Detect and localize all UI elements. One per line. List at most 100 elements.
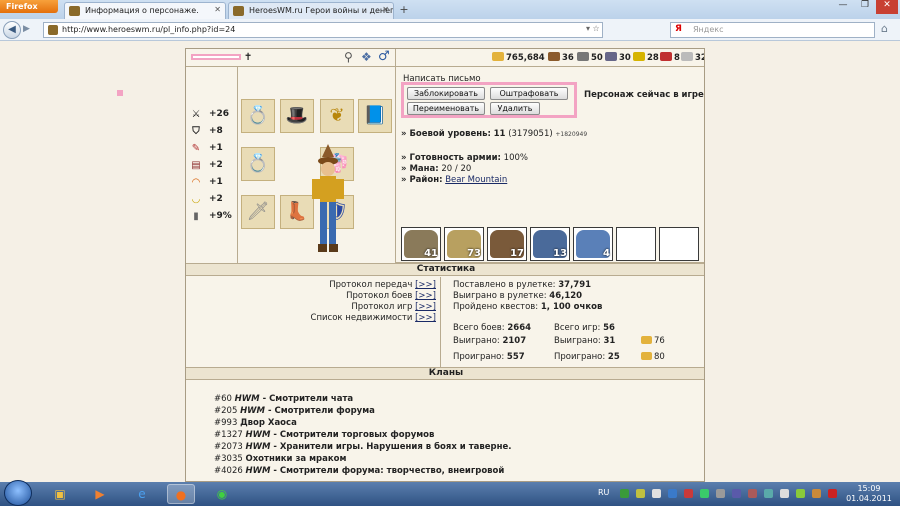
- tray-icon[interactable]: [668, 489, 677, 498]
- property-list: Список недвижимости [>>]: [310, 313, 436, 323]
- clan-item[interactable]: #205 HWM - Смотрители форума: [214, 406, 375, 416]
- heroeswm-favicon: [69, 6, 80, 16]
- statistics-section: Протокол передач [>>] Протокол боев [>>]…: [186, 277, 704, 367]
- tab-label: Информация о персонаже.: [85, 6, 199, 15]
- resources-bar: 765,684 36 50 30 28 8 32: [396, 49, 704, 67]
- admin-buttons-box: Заблокировать Оштрафовать Переименовать …: [401, 82, 577, 118]
- clan-item[interactable]: #1327 HWM - Смотрители торговых форумов: [214, 430, 434, 440]
- protocol-link[interactable]: [>>]: [415, 280, 436, 290]
- fine-button[interactable]: Оштрафовать: [490, 87, 568, 100]
- army-readiness: » Готовность армии: 100%: [401, 153, 528, 163]
- resource-gold: 765,684: [492, 52, 545, 63]
- firefox-menu-button[interactable]: Firefox: [0, 0, 58, 13]
- tray-icon[interactable]: [716, 489, 725, 498]
- url-text: http://www.heroeswm.ru/pl_info.php?id=24: [62, 25, 236, 34]
- card-icon[interactable]: ❖: [361, 50, 372, 64]
- language-indicator[interactable]: RU: [598, 488, 609, 497]
- delete-button[interactable]: Удалить: [490, 102, 540, 115]
- character-name-redacted: [191, 54, 241, 60]
- amulet-slot[interactable]: ❦: [320, 99, 354, 133]
- explorer-icon[interactable]: ▣: [46, 484, 74, 504]
- volume-icon[interactable]: [780, 489, 789, 498]
- tray-icon[interactable]: [620, 489, 629, 498]
- minimize-icon[interactable]: —: [832, 0, 854, 14]
- ie-icon[interactable]: e: [128, 484, 156, 504]
- knowledge-icon: ▤: [191, 160, 201, 171]
- battles-lost: Проиграно: 557: [453, 352, 525, 362]
- tray-icon[interactable]: [812, 489, 821, 498]
- close-tab-icon[interactable]: ✕: [214, 5, 221, 14]
- home-icon[interactable]: ⌂: [881, 22, 888, 35]
- tray-icon[interactable]: [748, 489, 757, 498]
- combat-level: » Боевой уровень: 11 (3179051) +1820949: [401, 129, 588, 139]
- roulette-won: Выиграно в рулетке: 46,120: [453, 291, 583, 301]
- resource-gems: 32: [681, 52, 704, 63]
- tray-icon[interactable]: [636, 489, 645, 498]
- games-lost-gold: 80: [641, 352, 665, 362]
- maximize-icon[interactable]: ❐: [854, 0, 876, 14]
- start-button[interactable]: [4, 480, 32, 506]
- luck-icon: ◠: [192, 177, 200, 188]
- search-icon[interactable]: ⚲: [344, 50, 353, 64]
- gold-icon: [641, 352, 652, 360]
- tab-label: HeroesWM.ru Герои войны и денег...: [249, 6, 394, 15]
- clan-item[interactable]: #4026 HWM - Смотрители форума: творчеств…: [214, 466, 504, 476]
- roulette-bet: Поставлено в рулетке: 37,791: [453, 280, 592, 290]
- clan-item[interactable]: #2073 HWM - Хранители игры. Нарушения в …: [214, 442, 511, 452]
- network-icon[interactable]: [796, 489, 805, 498]
- close-tab-icon[interactable]: ✕: [382, 5, 389, 14]
- ring2-slot[interactable]: 💍: [241, 147, 275, 181]
- clan-item[interactable]: #60 HWM - Смотрители чата: [214, 394, 353, 404]
- clan-item[interactable]: #3035 Охотники за мраком: [214, 454, 346, 464]
- network-app-icon[interactable]: ◉: [208, 484, 236, 504]
- address-bar[interactable]: http://www.heroeswm.ru/pl_info.php?id=24: [43, 22, 603, 38]
- quests-done: Пройдено квестов: 1, 100 очков: [453, 302, 603, 312]
- hat-slot[interactable]: 🎩: [280, 99, 314, 133]
- games-lost: Проиграно: 25: [554, 352, 620, 362]
- stats-column: ⚔ +26 ⛉ +8 ✎ +1 ▤ +2 ◠ +1 ◡ +2 ▮ +9%: [186, 67, 238, 263]
- army-unit[interactable]: 13: [530, 227, 570, 261]
- tray-icon[interactable]: [684, 489, 693, 498]
- heroeswm-favicon: [233, 6, 244, 16]
- army-unit[interactable]: 73: [444, 227, 484, 261]
- army-unit[interactable]: 4: [573, 227, 613, 261]
- window-controls: — ❐ ✕: [832, 0, 900, 16]
- tray-icon[interactable]: [764, 489, 773, 498]
- tray-icon[interactable]: [700, 489, 709, 498]
- male-icon: ♂: [378, 49, 390, 64]
- ore-icon: [577, 52, 589, 61]
- back-button[interactable]: ◀: [3, 21, 21, 39]
- rename-button[interactable]: Переименовать: [407, 102, 485, 115]
- protocol-link[interactable]: [>>]: [415, 313, 436, 323]
- sword-slot[interactable]: 🗡: [241, 195, 275, 229]
- ring-slot[interactable]: 💍: [241, 99, 275, 133]
- army-unit[interactable]: 41: [401, 227, 441, 261]
- book-slot[interactable]: 📘: [358, 99, 392, 133]
- tab-heroeswm[interactable]: HeroesWM.ru Герои войны и денег... ✕: [228, 2, 394, 19]
- close-window-icon[interactable]: ✕: [876, 0, 898, 14]
- new-tab-button[interactable]: +: [396, 3, 412, 17]
- statistics-header: Статистика: [186, 263, 704, 276]
- army-unit[interactable]: 17: [487, 227, 527, 261]
- protocol-link[interactable]: [>>]: [415, 302, 436, 312]
- character-info-panel: Написать письмо Заблокировать Оштрафоват…: [396, 67, 704, 263]
- games-won: Выиграно: 31: [554, 336, 616, 346]
- media-player-icon[interactable]: ▶: [86, 484, 114, 504]
- site-favicon: [48, 25, 58, 35]
- tray-icon[interactable]: [828, 489, 837, 498]
- tray-icon[interactable]: [732, 489, 741, 498]
- firefox-icon[interactable]: ●: [167, 484, 195, 504]
- forward-button[interactable]: ▶: [23, 24, 30, 34]
- tab-character-info[interactable]: Информация о персонаже. ✕: [64, 2, 226, 19]
- url-dropdown-icon[interactable]: ▾ ☆: [586, 24, 600, 33]
- tray-icon[interactable]: [652, 489, 661, 498]
- mercury-icon: [605, 52, 617, 61]
- army-slot-empty: [616, 227, 656, 261]
- search-input[interactable]: Я Яндекс: [670, 22, 875, 38]
- protocol-link[interactable]: [>>]: [415, 291, 436, 301]
- clock[interactable]: 15:09 01.04.2011: [843, 484, 895, 504]
- block-button[interactable]: Заблокировать: [407, 87, 485, 100]
- clan-item[interactable]: #993 Двор Хаоса: [214, 418, 297, 428]
- games-won-gold: 76: [641, 336, 665, 346]
- district-link[interactable]: Bear Mountain: [445, 175, 507, 185]
